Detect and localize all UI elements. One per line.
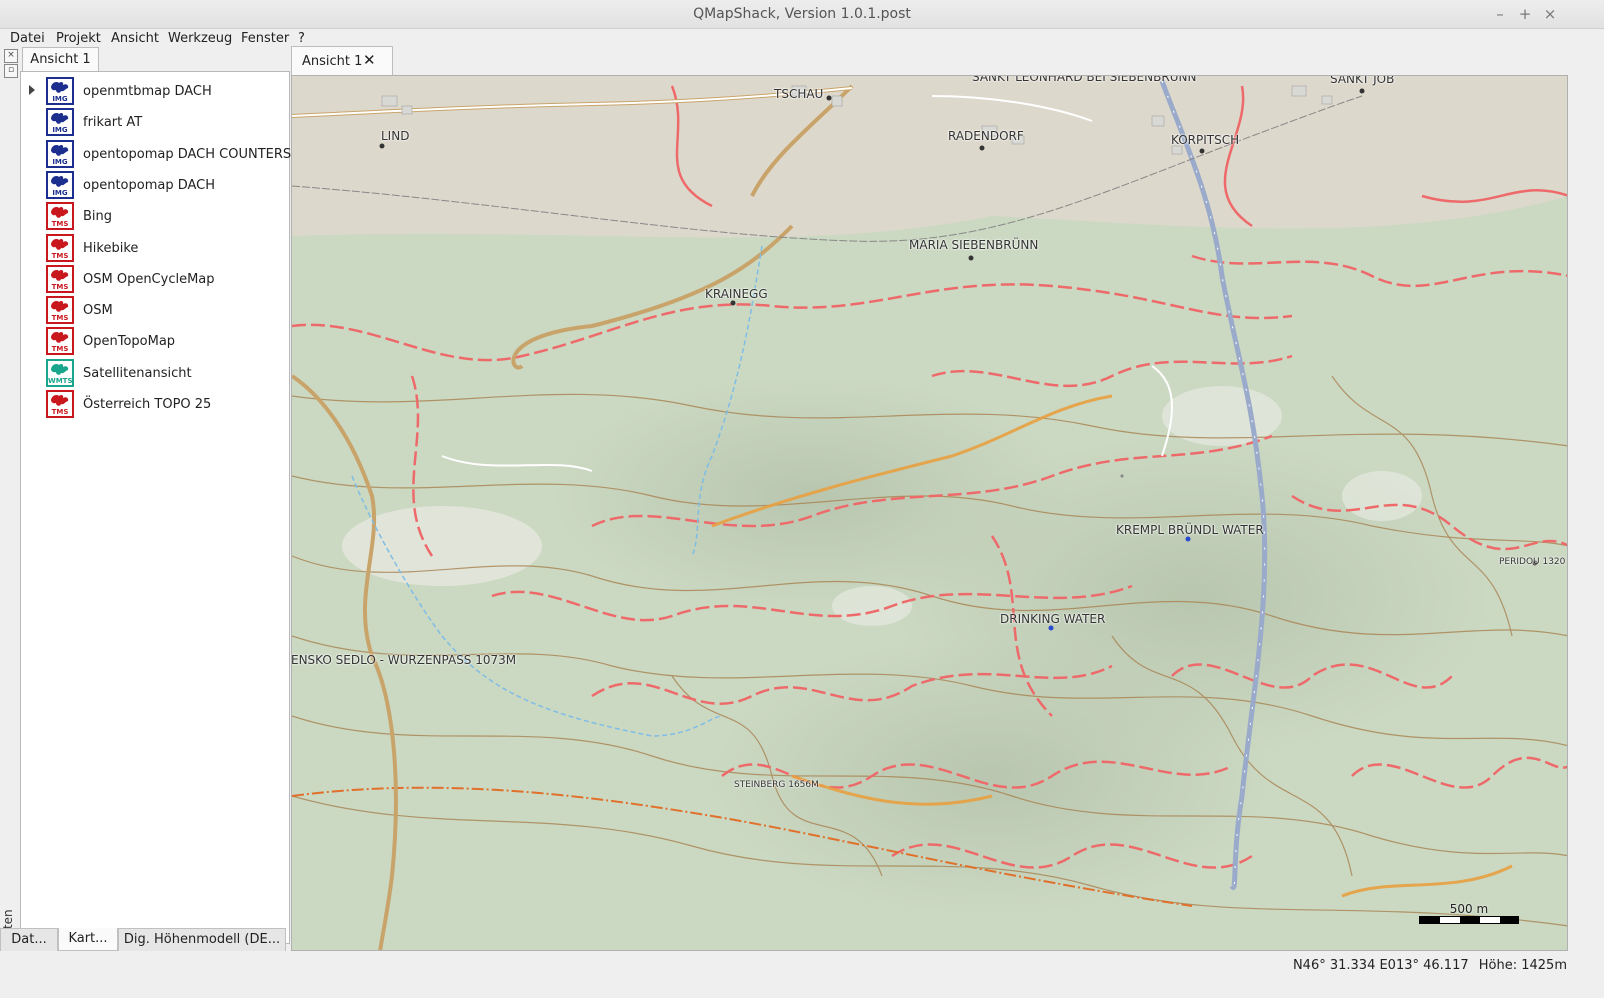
- label-radendorf: RADENDORF: [948, 129, 1024, 143]
- map-type-label: WMTS: [48, 376, 73, 385]
- label-krainegg: KRAINEGG: [705, 287, 768, 301]
- map-item[interactable]: TMS Bing: [21, 201, 287, 233]
- map-item-label: frikart AT: [83, 115, 143, 131]
- tab-ansicht-1[interactable]: Ansicht 1: [22, 47, 99, 72]
- map-item-label: OSM: [83, 303, 113, 319]
- map-type-icon: TMS: [46, 202, 74, 231]
- map-type-icon: IMG: [46, 108, 74, 137]
- map-item-label: openmtbmap DACH: [83, 84, 212, 99]
- map-item-label: Bing: [83, 209, 113, 225]
- label-lind: LIND: [381, 129, 410, 143]
- menu-ansicht[interactable]: Ansicht: [111, 31, 159, 46]
- map-type-icon: TMS: [46, 296, 74, 325]
- map-type-label: TMS: [51, 408, 69, 416]
- map-item[interactable]: IMG opentopomap DACH COUNTERS: [21, 139, 291, 171]
- map-item[interactable]: WMTS Satellitenansicht: [21, 358, 287, 390]
- map-item-label: opentopomap DACH: [83, 177, 216, 193]
- map-canvas[interactable]: SANKT LEONHARD BEI SIEBENBRUNN SANKT JOB…: [291, 75, 1568, 951]
- minimize-icon[interactable]: –: [1490, 4, 1510, 24]
- menu-fenster[interactable]: Fenster: [241, 31, 289, 46]
- dock-bottom-tabs: Dat... Kart... Dig. Höhenmodell (DE...: [0, 928, 292, 952]
- map-type-label: IMG: [52, 157, 68, 166]
- dock-close-icon[interactable]: ×: [4, 49, 18, 63]
- dock-float-icon[interactable]: ▫: [4, 64, 18, 78]
- menu-datei[interactable]: Datei: [10, 31, 45, 46]
- title-bar: QMapShack, Version 1.0.1.post – + ×: [0, 0, 1604, 29]
- map-type-icon: TMS: [46, 233, 74, 262]
- tab-karten[interactable]: Kart...: [58, 928, 118, 951]
- status-bar: N46° 31.334 E013° 46.117 Höhe: 1425m: [0, 951, 1604, 978]
- map-type-icon: IMG: [46, 170, 74, 199]
- map-type-icon: TMS: [46, 327, 74, 356]
- scale-bar-graphic: [1419, 916, 1519, 924]
- window-title: QMapShack, Version 1.0.1.post: [693, 6, 911, 22]
- map-render: [292, 76, 1567, 950]
- view-tab-label: Ansicht 1: [302, 54, 363, 69]
- expand-arrow-icon[interactable]: [29, 85, 35, 95]
- map-type-label: IMG: [52, 95, 68, 103]
- map-item[interactable]: TMS Österreich TOPO 25: [21, 389, 287, 421]
- right-margin: [1569, 75, 1604, 951]
- map-item[interactable]: TMS OpenTopoMap: [21, 326, 287, 358]
- map-item-label: Hikebike: [83, 240, 139, 256]
- scale-bar: 500 m: [1419, 902, 1519, 924]
- maximize-icon[interactable]: +: [1515, 4, 1535, 24]
- map-type-label: TMS: [51, 314, 69, 323]
- map-item[interactable]: IMG opentopomap DACH: [21, 170, 287, 202]
- dock-title-strip: × ▫: [0, 49, 18, 947]
- map-item-label: Satellitenansicht: [83, 365, 192, 381]
- label-krempl-bruendl-water: KREMPL BRÜNDL WATER: [1116, 523, 1264, 537]
- tab-hoehenmodell[interactable]: Dig. Höhenmodell (DE...: [118, 928, 286, 952]
- map-item[interactable]: TMS OSM: [21, 295, 287, 327]
- view-tab[interactable]: Ansicht 1 ✕: [291, 46, 393, 76]
- map-type-icon: TMS: [46, 390, 74, 418]
- menu-werkzeug[interactable]: Werkzeug: [168, 31, 232, 46]
- scale-bar-label: 500 m: [1449, 902, 1489, 916]
- map-item[interactable]: IMG openmtbmap DACH: [21, 76, 287, 108]
- map-item-label: OSM OpenCycleMap: [83, 271, 215, 287]
- label-tschau: TSCHAU: [774, 87, 824, 101]
- map-item-label: Österreich TOPO 25: [83, 397, 212, 412]
- label-drinking-water: DRINKING WATER: [1000, 612, 1106, 626]
- menu-bar: Datei Projekt Ansicht Werkzeug Fenster ?: [0, 29, 1604, 49]
- map-item[interactable]: TMS Hikebike: [21, 233, 287, 265]
- map-type-label: TMS: [51, 251, 69, 260]
- label-peridou: PERIDOU 1320: [1499, 557, 1566, 567]
- map-item[interactable]: TMS OSM OpenCycleMap: [21, 264, 287, 296]
- map-item-label: OpenTopoMap: [83, 334, 176, 350]
- close-icon[interactable]: ×: [1540, 4, 1560, 24]
- label-korpitsch: KORPITSCH: [1171, 133, 1240, 147]
- map-item-label: opentopomap DACH COUNTERS: [83, 146, 292, 162]
- map-type-label: TMS: [51, 282, 69, 291]
- status-elevation: Höhe: 1425m: [1478, 958, 1567, 973]
- label-sankt-leonhard: SANKT LEONHARD BEI SIEBENBRUNN: [972, 75, 1197, 84]
- map-type-icon: IMG: [46, 77, 74, 105]
- status-coordinates: N46° 31.334 E013° 46.117 Höhe: 1425m: [1293, 958, 1567, 973]
- map-type-icon: IMG: [46, 139, 74, 168]
- label-steinberg: STEINBERG 1656M: [734, 780, 819, 790]
- label-sankt-job: SANKT JOB: [1330, 75, 1395, 86]
- menu-help[interactable]: ?: [298, 31, 305, 46]
- map-type-icon: TMS: [46, 264, 74, 293]
- map-item[interactable]: IMG frikart AT: [21, 107, 287, 139]
- status-position: N46° 31.334 E013° 46.117: [1292, 958, 1469, 973]
- close-tab-icon[interactable]: ✕: [363, 51, 376, 69]
- map-type-icon: WMTS: [46, 358, 74, 387]
- map-list-panel: IMG openmtbmap DACH IMG frikart AT IMG opento…: [20, 71, 291, 944]
- tab-daten[interactable]: Dat...: [0, 928, 58, 952]
- label-wurzenpass: KORENSKO SEDLO - WURZENPASS 1073M: [291, 653, 517, 667]
- map-type-label: IMG: [52, 126, 68, 135]
- label-maria-siebenbruenn: MARIA SIEBENBRÜNN: [909, 238, 1039, 252]
- maps-dock: Ansicht 1 IMG openmtbmap DACH IMG frikart A…: [18, 47, 292, 949]
- map-type-label: TMS: [51, 220, 69, 229]
- map-type-label: IMG: [52, 188, 68, 197]
- map-type-label: TMS: [51, 345, 69, 354]
- menu-projekt[interactable]: Projekt: [56, 31, 101, 46]
